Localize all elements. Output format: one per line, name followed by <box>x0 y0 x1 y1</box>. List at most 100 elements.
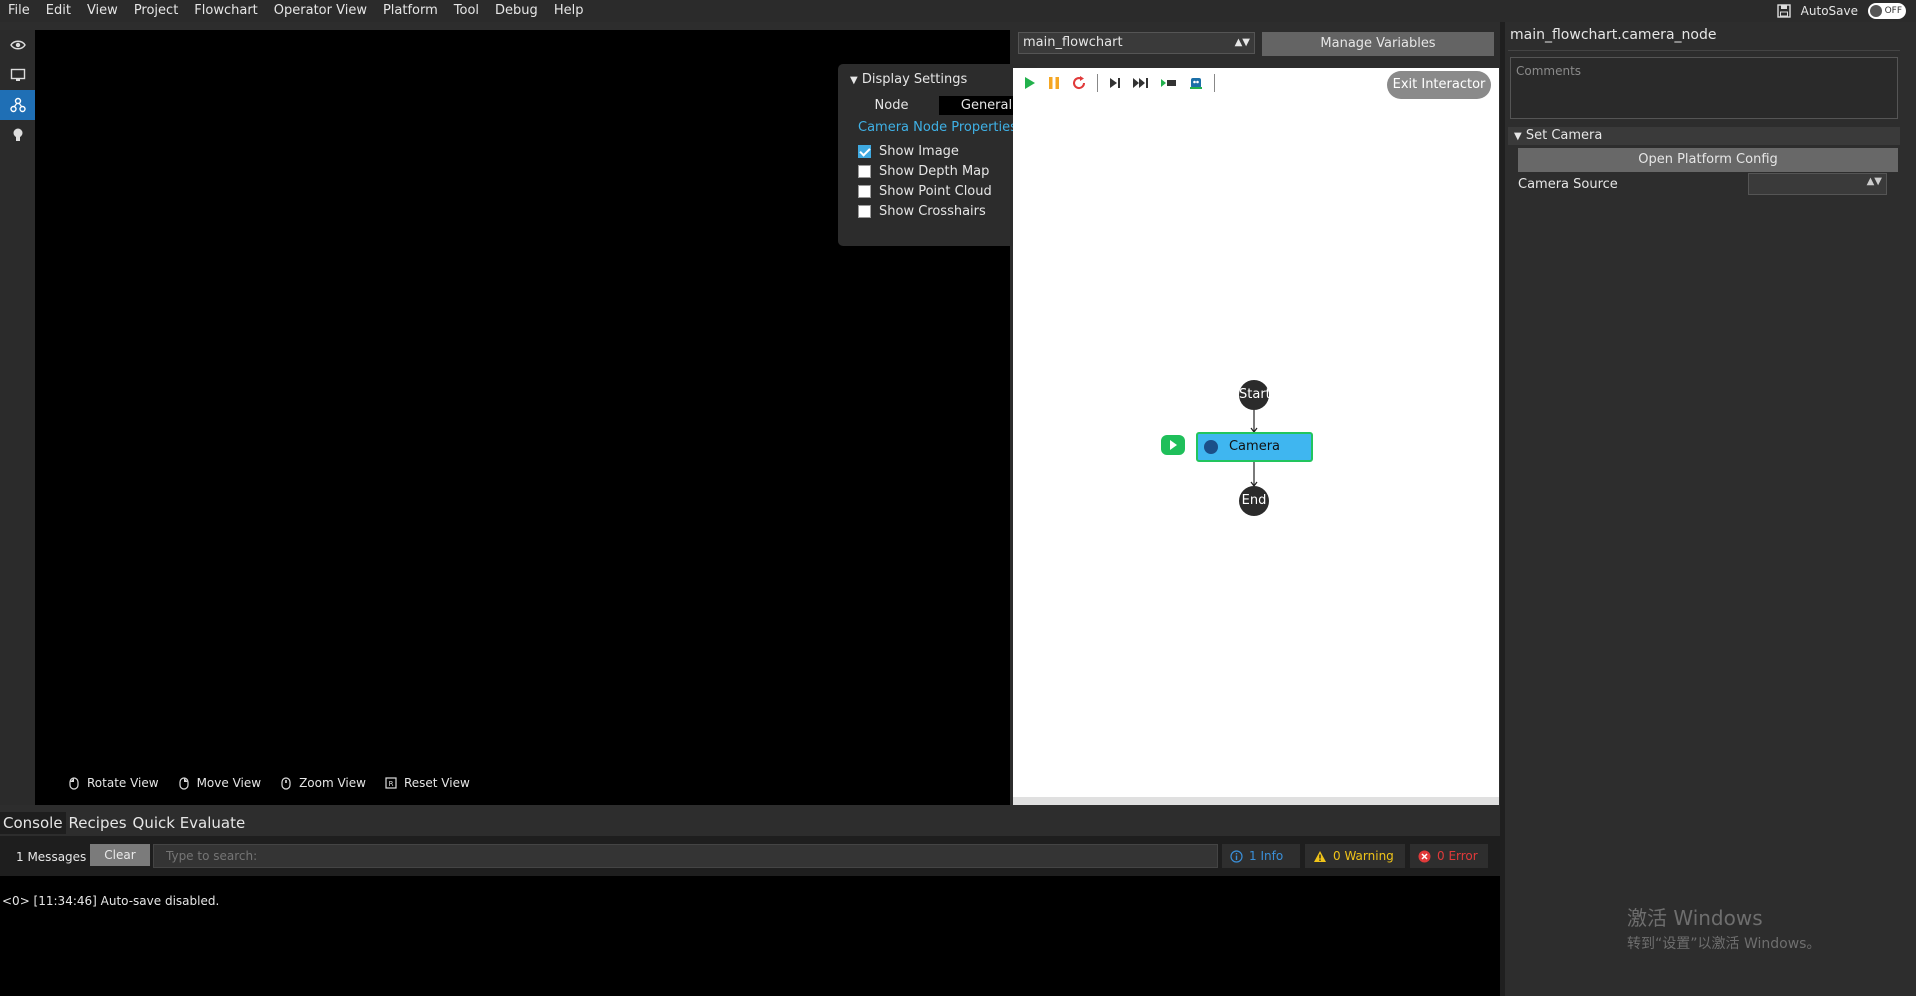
tab-console[interactable]: Console <box>0 812 66 834</box>
select-arrows-icon: ▲▼ <box>1234 37 1250 48</box>
autosave-toggle[interactable]: OFF <box>1868 3 1906 19</box>
rail-bulb-button[interactable] <box>0 120 35 150</box>
reset-key-icon: R <box>384 776 398 790</box>
move-view-label: Move View <box>196 776 262 790</box>
camera-source-select[interactable]: ▲▼ <box>1748 173 1887 195</box>
camera-node-label: Camera <box>1228 439 1281 454</box>
flowchart-select[interactable]: main_flowchart ▲▼ <box>1018 32 1255 54</box>
play-icon <box>1170 440 1177 450</box>
console-output[interactable]: <0> [11:34:46] Auto-save disabled. <box>0 876 1500 996</box>
open-platform-config-button[interactable]: Open Platform Config <box>1518 148 1898 172</box>
flowchart-canvas[interactable]: Exit Interactor Start Camera End <box>1013 68 1499 805</box>
menu-platform[interactable]: Platform <box>375 0 446 22</box>
show-crosshairs-checkbox[interactable] <box>858 205 871 218</box>
show-image-option[interactable]: Show Image <box>858 144 959 159</box>
rail-monitor-button[interactable] <box>0 60 35 90</box>
menu-tool[interactable]: Tool <box>446 0 487 22</box>
watermark-line1: 激活 Windows <box>1627 906 1763 930</box>
message-count: 1 Messages <box>16 850 87 864</box>
mouse-right-icon <box>177 776 191 790</box>
show-crosshairs-label: Show Crosshairs <box>879 204 986 219</box>
console-toolbar: 1 Messages Clear 1 Info 0 Warning 0 Erro… <box>0 836 1500 876</box>
start-node[interactable]: Start <box>1239 380 1271 410</box>
reset-view-label: Reset View <box>403 776 470 790</box>
show-image-label: Show Image <box>879 144 959 159</box>
flowchart-select-value: main_flowchart <box>1023 35 1123 50</box>
flowchart-header: main_flowchart ▲▼ Manage Variables <box>1015 30 1495 60</box>
3d-viewport[interactable]: ▼ Display Settings Node General Camera N… <box>35 30 1037 805</box>
node-path-title: main_flowchart.camera_node <box>1510 27 1717 43</box>
menu-debug[interactable]: Debug <box>487 0 546 22</box>
rail-flowchart-button[interactable] <box>0 90 35 120</box>
display-settings-tabs: Node General <box>844 96 1034 115</box>
current-node-marker <box>1161 435 1185 455</box>
mouse-left-icon <box>67 776 81 790</box>
menu-project[interactable]: Project <box>126 0 186 22</box>
menu-bar: File Edit View Project Flowchart Operato… <box>0 0 1916 22</box>
menu-edit[interactable]: Edit <box>38 0 79 22</box>
flowchart-icon <box>9 97 26 113</box>
show-point-cloud-checkbox[interactable] <box>858 185 871 198</box>
collapse-triangle-icon: ▼ <box>1514 131 1522 142</box>
console-log-line: <0> [11:34:46] Auto-save disabled. <box>2 894 220 908</box>
show-point-cloud-option[interactable]: Show Point Cloud <box>858 184 992 199</box>
menu-view[interactable]: View <box>79 0 126 22</box>
show-crosshairs-option[interactable]: Show Crosshairs <box>858 204 986 219</box>
menu-help[interactable]: Help <box>546 0 592 22</box>
watermark-line2: 转到“设置”以激活 Windows。 <box>1627 936 1821 952</box>
console-tabs: Console Recipes Quick Evaluate <box>0 812 1500 834</box>
console-search-input[interactable] <box>153 844 1218 868</box>
monitor-icon <box>10 68 25 81</box>
end-node[interactable]: End <box>1239 486 1269 516</box>
windows-activation-watermark: 激活 Windows 转到“设置”以激活 Windows。 <box>1627 902 1820 953</box>
mouse-wheel-icon <box>279 776 293 790</box>
lightbulb-icon <box>13 128 22 141</box>
tab-recipes[interactable]: Recipes <box>66 812 130 834</box>
warning-icon <box>1314 850 1326 862</box>
eye-icon <box>9 40 26 50</box>
flowchart-horizontal-scrollbar[interactable] <box>1013 797 1499 805</box>
menu-file[interactable]: File <box>0 0 38 22</box>
tab-node[interactable]: Node <box>844 96 939 115</box>
show-depth-map-option[interactable]: Show Depth Map <box>858 164 989 179</box>
error-filter-button[interactable]: 0 Error <box>1410 844 1488 868</box>
svg-text:R: R <box>389 780 394 788</box>
show-depth-map-label: Show Depth Map <box>879 164 990 179</box>
select-arrows-icon: ▲▼ <box>1866 176 1882 187</box>
comments-field[interactable]: Comments <box>1510 57 1898 119</box>
left-toolbar <box>0 30 35 805</box>
camera-node[interactable]: Camera <box>1196 432 1313 462</box>
props-divider <box>1508 50 1900 51</box>
menu-operator-view[interactable]: Operator View <box>266 0 375 22</box>
display-settings-header[interactable]: ▼ Display Settings <box>850 72 967 87</box>
save-icon[interactable] <box>1776 4 1791 18</box>
info-filter-button[interactable]: 1 Info <box>1222 844 1300 868</box>
display-settings-title: Display Settings <box>861 72 968 87</box>
error-icon <box>1418 850 1431 862</box>
zoom-view-label: Zoom View <box>299 776 366 790</box>
rail-eye-button[interactable] <box>0 30 35 60</box>
topbar-right: AutoSave OFF <box>1776 0 1906 22</box>
menu-flowchart[interactable]: Flowchart <box>186 0 265 22</box>
rotate-view-label: Rotate View <box>87 776 159 790</box>
set-camera-title: Set Camera <box>1525 128 1603 143</box>
toggle-text: OFF <box>1884 6 1902 16</box>
autosave-label: AutoSave <box>1800 4 1858 18</box>
camera-node-properties-link[interactable]: Camera Node Properties <box>858 120 1017 135</box>
manage-variables-button[interactable]: Manage Variables <box>1262 32 1494 56</box>
clear-button[interactable]: Clear <box>90 844 150 866</box>
warning-count: 0 Warning <box>1333 849 1394 863</box>
info-count: 1 Info <box>1249 849 1284 863</box>
show-point-cloud-label: Show Point Cloud <box>879 184 992 199</box>
tab-quick-evaluate[interactable]: Quick Evaluate <box>130 812 249 834</box>
set-camera-section-header[interactable]: ▼ Set Camera <box>1508 127 1900 145</box>
error-count: 0 Error <box>1437 849 1478 863</box>
show-image-checkbox[interactable] <box>858 145 871 158</box>
toggle-knob <box>1870 5 1882 17</box>
display-settings-panel: ▼ Display Settings Node General Camera N… <box>838 64 1037 246</box>
camera-icon <box>1204 440 1218 454</box>
properties-panel: main_flowchart.camera_node Comments ▼ Se… <box>1505 22 1900 996</box>
show-depth-map-checkbox[interactable] <box>858 165 871 178</box>
warning-filter-button[interactable]: 0 Warning <box>1305 844 1405 868</box>
camera-source-label: Camera Source <box>1518 177 1618 192</box>
